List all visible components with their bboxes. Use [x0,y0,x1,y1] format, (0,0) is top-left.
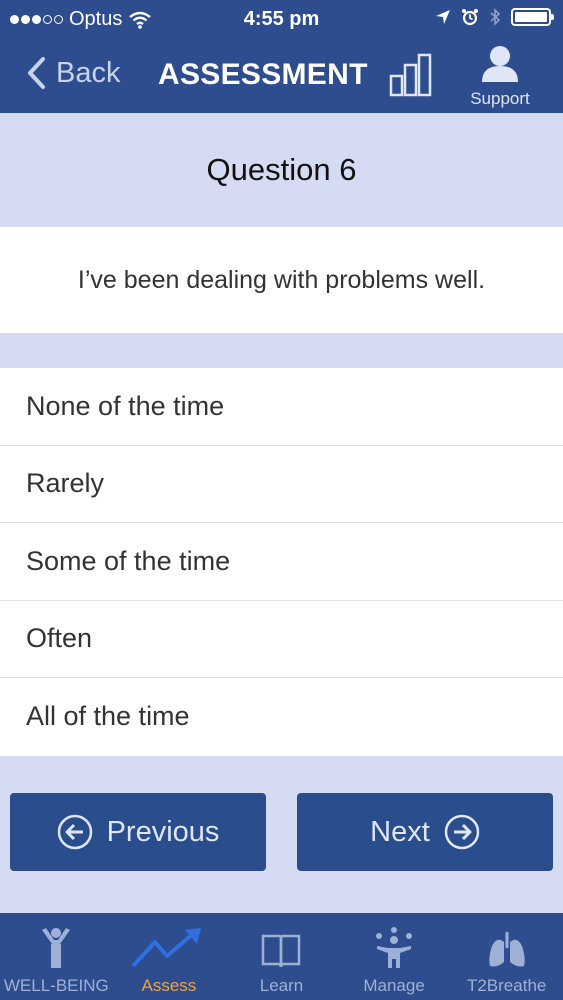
location-arrow-icon [436,10,450,24]
question-number: Question 6 [206,152,357,187]
answer-option-none[interactable]: None of the time [0,368,563,446]
tab-label: Manage [363,976,425,995]
tab-label: Learn [259,976,304,995]
previous-label: Previous [106,815,220,848]
tab-learn[interactable]: Learn [225,913,338,1000]
juggler-icon [376,927,413,968]
tab-label: WELL-BEING [3,976,109,995]
question-body: I’ve been dealing with problems well. [0,227,563,333]
circle-arrow-right-icon [444,814,480,850]
results-chart-button[interactable] [388,52,434,98]
trend-arrow-icon [131,928,201,968]
person-arms-up-icon [42,928,71,968]
tab-well-being[interactable]: WELL-BEING [0,913,113,1000]
answer-option-some[interactable]: Some of the time [0,523,563,601]
page-title: ASSESSMENT [158,58,368,91]
alarm-icon [462,9,478,26]
status-bar: Optus 4:55 pm [0,0,563,38]
tab-assess[interactable]: Assess [113,913,226,1000]
question-text: I’ve been dealing with problems well. [77,265,486,294]
chevron-left-icon [28,57,45,89]
support-button[interactable]: Support [464,44,536,108]
back-button[interactable]: Back [26,56,120,90]
next-label: Next [370,815,430,848]
header: Optus 4:55 pm Back ASSESSMENT Support [0,0,563,113]
lungs-icon [489,932,525,967]
bar-chart-icon [389,53,432,97]
person-icon [482,46,518,82]
next-button[interactable]: Next [297,793,553,871]
tab-label: T2Breathe [466,976,547,995]
circle-arrow-left-icon [57,814,92,850]
bluetooth-icon [490,8,501,26]
back-label: Back [56,56,121,89]
answer-option-all[interactable]: All of the time [0,678,563,756]
answer-option-often[interactable]: Often [0,601,563,678]
previous-button[interactable]: Previous [10,793,266,871]
book-icon [262,934,301,968]
answer-options-list: None of the time Rarely Some of the time… [0,368,563,756]
question-header: Question 6 [0,113,563,227]
tab-bar: WELL-BEING Assess Learn Manage T2Breathe [0,913,563,1000]
battery-icon [511,8,554,26]
tab-label: Assess [141,976,197,995]
tab-manage[interactable]: Manage [338,913,451,1000]
navigation-bar: Back ASSESSMENT Support [0,38,563,113]
tab-t2breathe[interactable]: T2Breathe [450,913,563,1000]
status-icons [435,8,554,26]
support-label: Support [470,89,530,108]
answer-option-rarely[interactable]: Rarely [0,446,563,523]
